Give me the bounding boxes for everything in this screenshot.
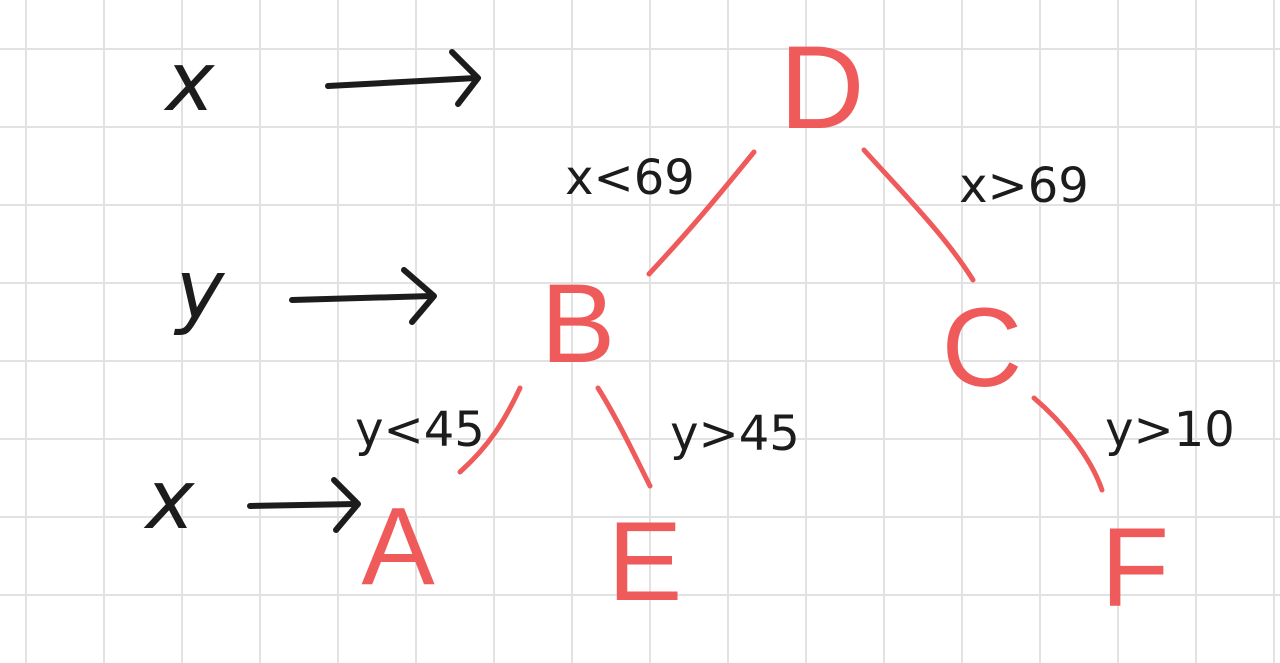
level1-axis-label: y — [173, 243, 226, 338]
edge-b-to-e — [595, 385, 653, 489]
grid-paper-canvas: x y x x<69 x>69 y<45 y>45 y>10 D B C A E… — [0, 0, 1280, 663]
level-arrows — [247, 49, 481, 533]
node-f: F — [1101, 505, 1169, 630]
edge-label-b-to-a: y<45 — [355, 402, 485, 458]
edge-label-d-to-c: x>69 — [959, 158, 1089, 214]
level2-axis-label: x — [143, 453, 196, 548]
level0-axis-label: x — [163, 35, 216, 130]
kd-tree-diagram: x y x x<69 x>69 y<45 y>45 y>10 D B C A E… — [143, 22, 1235, 630]
edge-condition-labels: x<69 x>69 y<45 y>45 y>10 — [355, 150, 1235, 462]
arrow-level0 — [325, 49, 481, 107]
arrow-level1 — [289, 267, 437, 325]
edge-label-d-to-b: x<69 — [565, 150, 695, 206]
node-b: B — [541, 261, 616, 386]
level-axis-labels: x y x — [143, 35, 226, 548]
node-d: D — [779, 22, 864, 154]
edge-label-c-to-f: y>10 — [1105, 402, 1235, 458]
tree-nodes: D B C A E F — [361, 22, 1169, 630]
arrow-level2 — [247, 477, 361, 533]
edge-c-to-f — [1031, 395, 1105, 493]
node-c: C — [942, 285, 1023, 410]
edge-d-to-c — [861, 147, 976, 283]
node-e: E — [608, 499, 683, 624]
edge-label-b-to-e: y>45 — [670, 406, 800, 462]
node-a: A — [361, 485, 435, 608]
